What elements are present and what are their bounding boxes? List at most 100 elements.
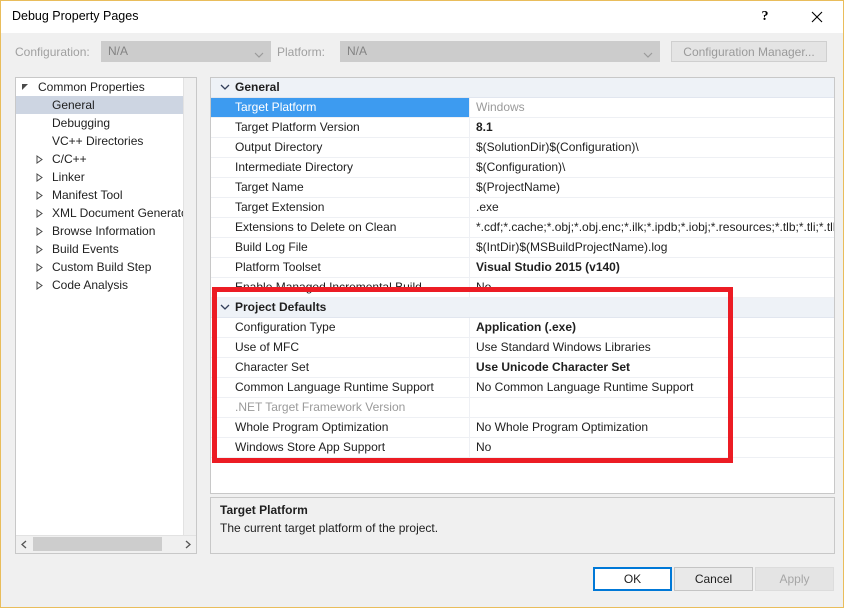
property-name: Extensions to Delete on Clean <box>211 218 469 237</box>
sidebar-item-label: VC++ Directories <box>52 132 184 150</box>
properties-tree[interactable]: Common PropertiesGeneralDebuggingVC++ Di… <box>16 78 184 536</box>
collapsed-triangle-icon[interactable] <box>30 204 48 222</box>
collapsed-triangle-icon[interactable] <box>30 276 48 294</box>
sidebar-item-manifest-tool[interactable]: Manifest Tool <box>16 186 184 204</box>
sidebar-item-debugging[interactable]: Debugging <box>16 114 184 132</box>
property-value[interactable]: No <box>469 278 834 297</box>
sidebar-item-build-events[interactable]: Build Events <box>16 240 184 258</box>
property-row[interactable]: Target Platform Version8.1 <box>211 118 834 138</box>
property-row[interactable]: Target Extension.exe <box>211 198 834 218</box>
property-value[interactable]: Visual Studio 2015 (v140) <box>469 258 834 277</box>
property-section-header[interactable]: Project Defaults <box>211 298 834 318</box>
tree-indent-spacer <box>30 96 48 114</box>
property-name: Output Directory <box>211 138 469 157</box>
collapsed-triangle-icon[interactable] <box>30 186 48 204</box>
property-value[interactable]: $(Configuration)\ <box>469 158 834 177</box>
close-button[interactable] <box>795 1 839 32</box>
property-value[interactable]: Use Standard Windows Libraries <box>469 338 834 357</box>
property-row[interactable]: Extensions to Delete on Clean*.cdf;*.cac… <box>211 218 834 238</box>
property-row[interactable]: Target Name$(ProjectName) <box>211 178 834 198</box>
property-name: Target Platform Version <box>211 118 469 137</box>
sidebar-item-custom-build-step[interactable]: Custom Build Step <box>16 258 184 276</box>
property-value[interactable]: Application (.exe) <box>469 318 834 337</box>
property-row[interactable]: Whole Program OptimizationNo Whole Progr… <box>211 418 834 438</box>
tree-indent-spacer <box>30 114 48 132</box>
description-text: The current target platform of the proje… <box>220 521 438 535</box>
property-value[interactable]: 8.1 <box>469 118 834 137</box>
property-name: Use of MFC <box>211 338 469 357</box>
property-row[interactable]: Build Log File$(IntDir)$(MSBuildProjectN… <box>211 238 834 258</box>
sidebar-item-vc-directories[interactable]: VC++ Directories <box>16 132 184 150</box>
property-name: Configuration Type <box>211 318 469 337</box>
sidebar-item-label: General <box>52 96 184 114</box>
help-button[interactable]: ? <box>743 1 787 32</box>
sidebar-item-label: C/C++ <box>52 150 184 168</box>
property-name: Target Name <box>211 178 469 197</box>
property-row[interactable]: Use of MFCUse Standard Windows Libraries <box>211 338 834 358</box>
tree-scroll-thumb[interactable] <box>33 537 162 551</box>
tree-horizontal-scrollbar[interactable] <box>16 535 196 553</box>
property-value[interactable]: $(IntDir)$(MSBuildProjectName).log <box>469 238 834 257</box>
sidebar-item-c-c[interactable]: C/C++ <box>16 150 184 168</box>
property-value[interactable]: No <box>469 438 834 457</box>
property-name: Project Defaults <box>211 298 469 317</box>
configuration-value: N/A <box>108 44 128 58</box>
property-row[interactable]: Enable Managed Incremental BuildNo <box>211 278 834 298</box>
property-value[interactable]: No Whole Program Optimization <box>469 418 834 437</box>
sidebar-item-code-analysis[interactable]: Code Analysis <box>16 276 184 294</box>
property-value[interactable]: $(SolutionDir)$(Configuration)\ <box>469 138 834 157</box>
property-row[interactable]: Output Directory$(SolutionDir)$(Configur… <box>211 138 834 158</box>
sidebar-item-label: Browse Information <box>52 222 184 240</box>
property-section-header[interactable]: General <box>211 78 834 98</box>
property-name: Character Set <box>211 358 469 377</box>
property-row[interactable]: Platform ToolsetVisual Studio 2015 (v140… <box>211 258 834 278</box>
collapsed-triangle-icon[interactable] <box>30 222 48 240</box>
property-name: Windows Store App Support <box>211 438 469 457</box>
platform-value: N/A <box>347 44 367 58</box>
property-value[interactable]: Use Unicode Character Set <box>469 358 834 377</box>
configuration-dropdown[interactable]: N/A <box>101 41 271 62</box>
expanded-triangle-icon[interactable] <box>16 78 34 96</box>
property-value[interactable]: $(ProjectName) <box>469 178 834 197</box>
property-grid[interactable]: GeneralTarget PlatformWindowsTarget Plat… <box>210 77 835 494</box>
sidebar-item-label: Build Events <box>52 240 184 258</box>
scroll-right-icon[interactable] <box>179 536 196 552</box>
cancel-button[interactable]: Cancel <box>674 567 753 591</box>
property-value[interactable]: .exe <box>469 198 834 217</box>
property-value[interactable] <box>469 398 834 417</box>
property-row[interactable]: .NET Target Framework Version <box>211 398 834 418</box>
property-value[interactable]: *.cdf;*.cache;*.obj;*.obj.enc;*.ilk;*.ip… <box>469 218 834 237</box>
platform-label: Platform: <box>277 45 325 59</box>
property-value[interactable]: Windows <box>469 98 834 117</box>
property-row[interactable]: Common Language Runtime SupportNo Common… <box>211 378 834 398</box>
property-value[interactable]: No Common Language Runtime Support <box>469 378 834 397</box>
configuration-manager-button[interactable]: Configuration Manager... <box>671 41 827 62</box>
sidebar-item-label: Code Analysis <box>52 276 184 294</box>
configuration-bar: Configuration: N/A Platform: N/A Configu… <box>1 33 843 69</box>
property-name: Common Language Runtime Support <box>211 378 469 397</box>
title-bar: Debug Property Pages ? <box>1 1 843 34</box>
description-panel: Target Platform The current target platf… <box>210 497 835 554</box>
ok-button[interactable]: OK <box>593 567 672 591</box>
platform-dropdown[interactable]: N/A <box>340 41 660 62</box>
scroll-left-icon[interactable] <box>16 536 33 552</box>
properties-tree-panel: Common PropertiesGeneralDebuggingVC++ Di… <box>15 77 197 554</box>
property-row[interactable]: Windows Store App SupportNo <box>211 438 834 458</box>
property-name: General <box>211 78 469 97</box>
apply-button[interactable]: Apply <box>755 567 834 591</box>
collapsed-triangle-icon[interactable] <box>30 240 48 258</box>
sidebar-item-common-properties[interactable]: Common Properties <box>16 78 184 96</box>
collapsed-triangle-icon[interactable] <box>30 258 48 276</box>
sidebar-item-xml-document-generator[interactable]: XML Document Generator <box>16 204 184 222</box>
property-row[interactable]: Target PlatformWindows <box>211 98 834 118</box>
sidebar-item-general[interactable]: General <box>16 96 184 114</box>
collapsed-triangle-icon[interactable] <box>30 150 48 168</box>
tree-vertical-scrollbar[interactable] <box>183 78 196 536</box>
property-row[interactable]: Intermediate Directory$(Configuration)\ <box>211 158 834 178</box>
property-row[interactable]: Configuration TypeApplication (.exe) <box>211 318 834 338</box>
sidebar-item-browse-information[interactable]: Browse Information <box>16 222 184 240</box>
sidebar-item-linker[interactable]: Linker <box>16 168 184 186</box>
property-row[interactable]: Character SetUse Unicode Character Set <box>211 358 834 378</box>
property-name: Enable Managed Incremental Build <box>211 278 469 297</box>
collapsed-triangle-icon[interactable] <box>30 168 48 186</box>
